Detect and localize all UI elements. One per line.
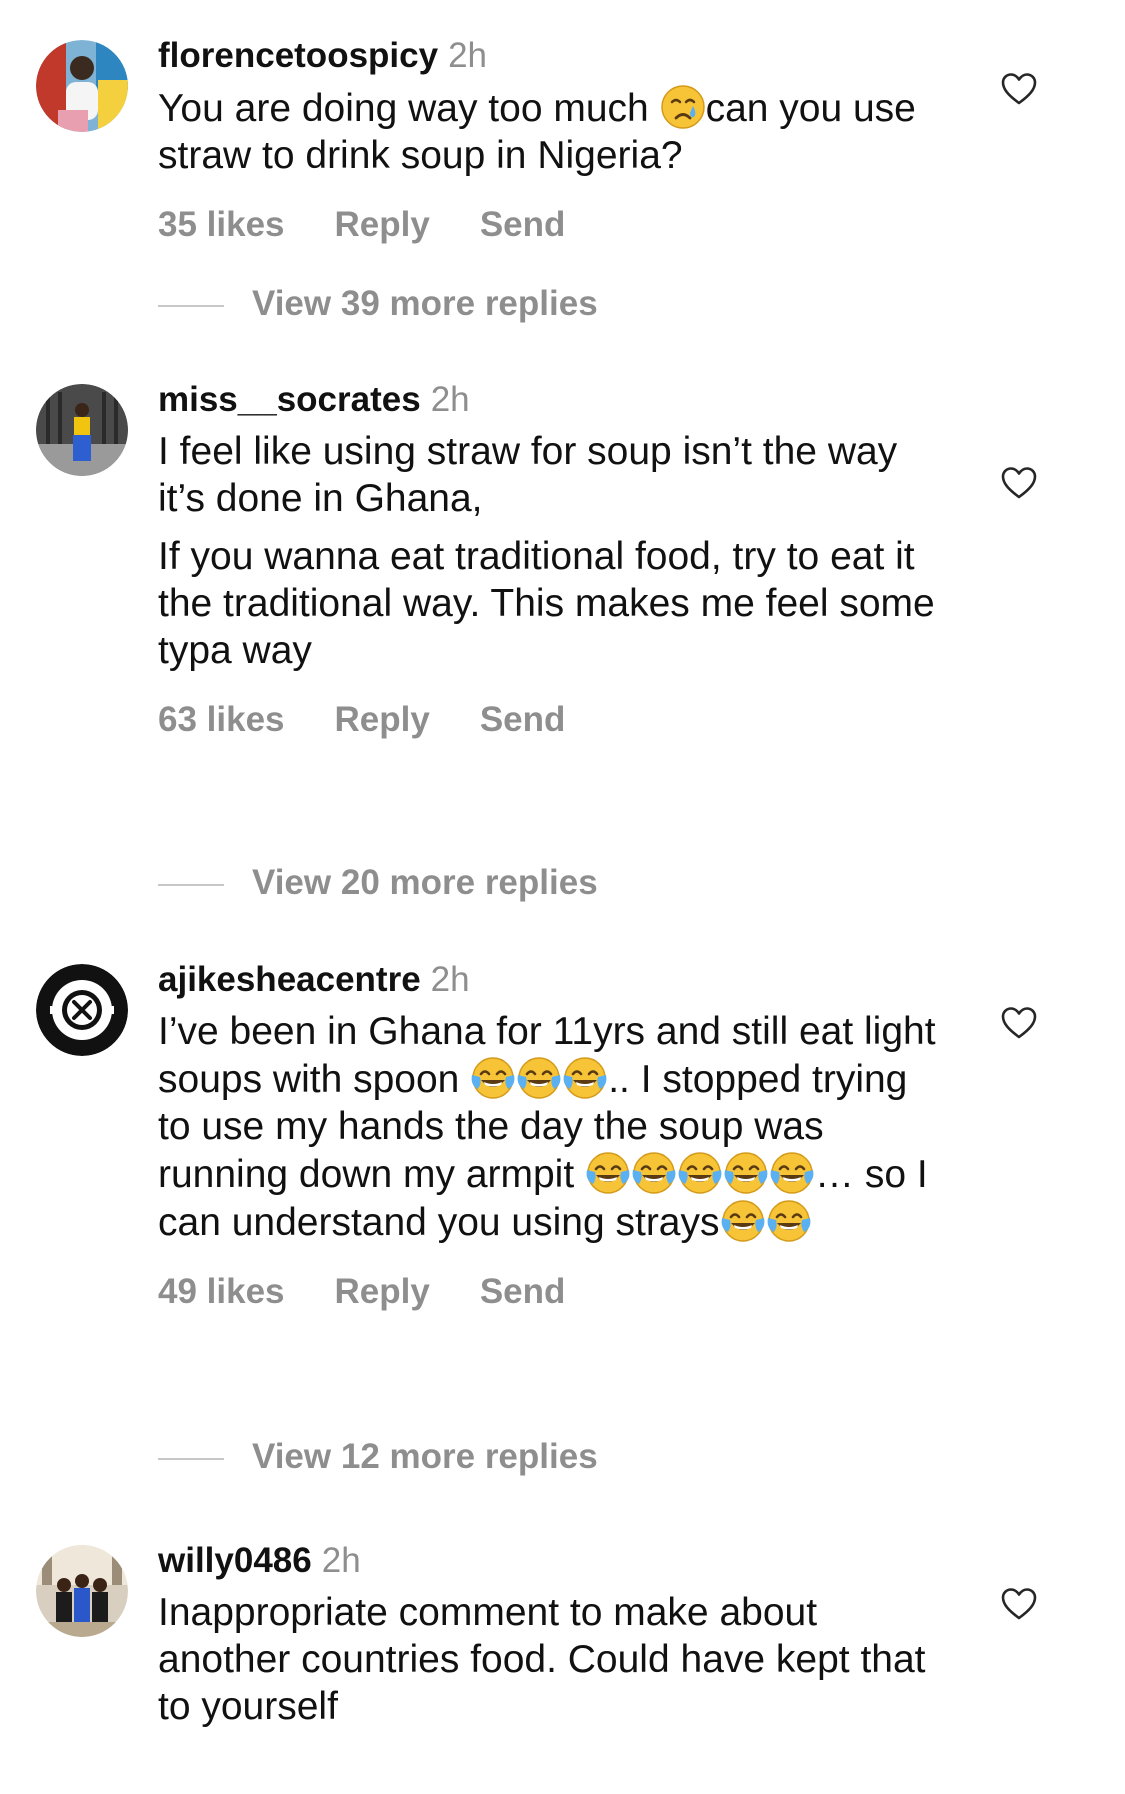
- tears-of-joy-emoji-icon: [769, 1150, 815, 1196]
- tears-of-joy-emoji-icon: [723, 1150, 769, 1196]
- reply-button[interactable]: Reply: [335, 1272, 430, 1312]
- tears-of-joy-emoji-icon: [470, 1055, 516, 1101]
- timestamp: 2h: [321, 1541, 361, 1580]
- tears-of-joy-emoji-icon: [766, 1198, 812, 1244]
- likes-count[interactable]: 63 likes: [158, 700, 285, 740]
- username[interactable]: willy0486: [158, 1541, 312, 1580]
- comment-text: You are doing way too much can you use s…: [158, 84, 948, 179]
- comment-header: florencetoospicy 2h: [158, 36, 948, 76]
- avatar[interactable]: [36, 964, 128, 1056]
- reply-divider: [158, 883, 224, 886]
- avatar[interactable]: [36, 1545, 128, 1637]
- heart-outline-icon[interactable]: [1000, 1006, 1038, 1040]
- avatar[interactable]: [36, 40, 128, 132]
- avatar[interactable]: [36, 384, 128, 476]
- comment-text: I’ve been in Ghana for 11yrs and still e…: [158, 1008, 948, 1246]
- likes-count[interactable]: 35 likes: [158, 205, 285, 245]
- comment-text-segment: You are doing way too much: [158, 87, 660, 130]
- comment-header: miss__socrates 2h: [158, 380, 948, 420]
- heart-outline-icon[interactable]: [1000, 466, 1038, 500]
- view-more-replies-button[interactable]: View 39 more replies: [158, 284, 598, 324]
- tears-of-joy-emoji-icon: [720, 1198, 766, 1244]
- tears-of-joy-emoji-icon: [585, 1150, 631, 1196]
- comment-actions: 63 likes Reply Send: [158, 700, 948, 740]
- likes-count[interactable]: 49 likes: [158, 1272, 285, 1312]
- timestamp: 2h: [448, 36, 488, 75]
- view-more-replies-label[interactable]: View 39 more replies: [252, 284, 598, 323]
- comment-paragraph: Inappropriate comment to make about anot…: [158, 1591, 926, 1728]
- comment-paragraph: If you wanna eat traditional food, try t…: [158, 535, 935, 672]
- send-button[interactable]: Send: [480, 205, 566, 245]
- view-more-replies-label[interactable]: View 12 more replies: [252, 1437, 598, 1476]
- view-more-replies-label[interactable]: View 20 more replies: [252, 863, 598, 902]
- comment-actions: 35 likes Reply Send: [158, 205, 948, 245]
- comment-header: willy0486 2h: [158, 1541, 948, 1581]
- timestamp: 2h: [430, 380, 470, 419]
- reply-divider: [158, 1457, 224, 1460]
- reply-divider: [158, 304, 224, 307]
- comment-paragraph: I feel like using straw for soup isn’t t…: [158, 430, 898, 520]
- tears-of-joy-emoji-icon: [516, 1055, 562, 1101]
- crying-face-emoji-icon: [660, 84, 706, 130]
- reply-button[interactable]: Reply: [335, 205, 430, 245]
- tears-of-joy-emoji-icon: [562, 1055, 608, 1101]
- send-button[interactable]: Send: [480, 1272, 566, 1312]
- view-more-replies-button[interactable]: View 20 more replies: [158, 863, 598, 903]
- tears-of-joy-emoji-icon: [631, 1150, 677, 1196]
- comment-text: I feel like using straw for soup isn’t t…: [158, 428, 948, 674]
- comment-header: ajikesheacentre 2h: [158, 960, 948, 1000]
- username[interactable]: ajikesheacentre: [158, 960, 421, 999]
- view-more-replies-button[interactable]: View 12 more replies: [158, 1437, 598, 1477]
- username[interactable]: miss__socrates: [158, 380, 421, 419]
- tears-of-joy-emoji-icon: [677, 1150, 723, 1196]
- heart-outline-icon[interactable]: [1000, 72, 1038, 106]
- heart-outline-icon[interactable]: [1000, 1587, 1038, 1621]
- comment-text: Inappropriate comment to make about anot…: [158, 1589, 948, 1730]
- comment-actions: 49 likes Reply Send: [158, 1272, 948, 1312]
- username[interactable]: florencetoospicy: [158, 36, 438, 75]
- reply-button[interactable]: Reply: [335, 700, 430, 740]
- timestamp: 2h: [430, 960, 470, 999]
- send-button[interactable]: Send: [480, 700, 566, 740]
